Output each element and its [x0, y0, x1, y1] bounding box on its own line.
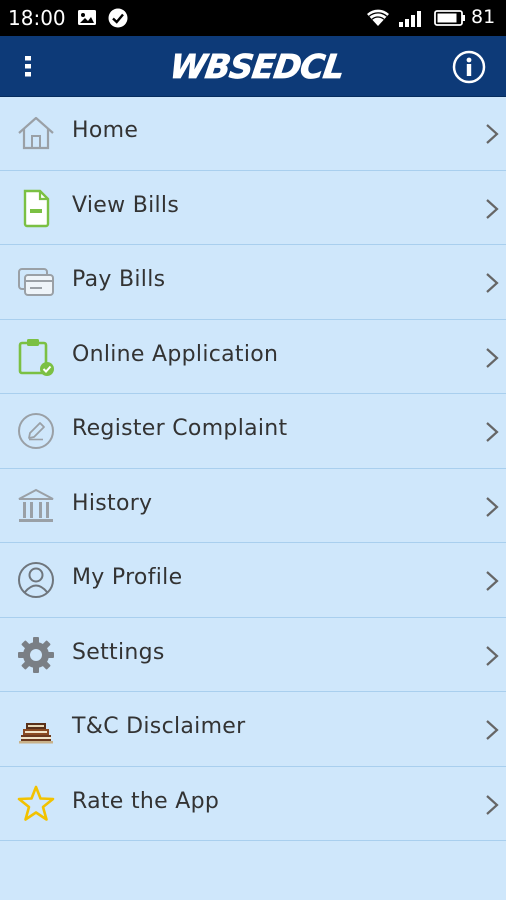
- chevron-right-icon: [486, 496, 499, 517]
- bill-document-icon: [23, 189, 50, 227]
- chevron-right-icon: [486, 794, 499, 815]
- app-bar: WBSEDCL: [0, 36, 506, 97]
- battery-level: 81: [471, 6, 496, 28]
- menu-item-home[interactable]: Home: [0, 96, 506, 171]
- books-icon: [19, 723, 53, 744]
- status-bar: 18:00 81: [0, 0, 506, 36]
- chevron-right-icon: [486, 571, 499, 591]
- chevron-right-icon: [486, 422, 499, 442]
- clipboard-check-icon: [18, 338, 54, 376]
- menu-item-label: View Bills: [72, 192, 180, 218]
- menu-list: Home View Bills Pay Bills Online Applica…: [0, 96, 506, 841]
- menu-item-register-complaint[interactable]: Register Complaint: [0, 394, 506, 469]
- signal-icon: [399, 11, 421, 27]
- menu-item-label: Online Application: [72, 341, 279, 367]
- bank-building-icon: [18, 488, 54, 522]
- menu-item-settings[interactable]: Settings: [0, 618, 506, 692]
- menu-item-pay-bills[interactable]: Pay Bills: [0, 245, 506, 320]
- gear-icon: [18, 636, 54, 673]
- menu-item-label: Pay Bills: [72, 267, 166, 292]
- menu-item-history[interactable]: History: [0, 469, 506, 543]
- user-circle-icon: [18, 562, 54, 598]
- chevron-right-icon: [486, 645, 499, 666]
- menu-item-view-bills[interactable]: View Bills: [0, 171, 506, 245]
- status-time: 18:00: [8, 6, 66, 30]
- menu-item-my-profile[interactable]: My Profile: [0, 543, 506, 618]
- chevron-right-icon: [486, 720, 499, 740]
- star-icon: [17, 785, 55, 821]
- menu-item-online-application[interactable]: Online Application: [0, 320, 506, 394]
- wifi-icon: [367, 9, 389, 26]
- home-icon: [18, 116, 54, 150]
- chevron-right-icon: [486, 124, 499, 144]
- menu-item-label: Rate the App: [72, 788, 220, 814]
- menu-item-label: My Profile: [72, 565, 183, 590]
- chevron-right-icon: [486, 347, 499, 368]
- overflow-menu-icon[interactable]: [18, 48, 38, 84]
- chevron-right-icon: [486, 273, 499, 293]
- menu-item-label: T&C Disclaimer: [72, 714, 246, 739]
- menu-item-rate-the-app[interactable]: Rate the App: [0, 767, 506, 841]
- menu-item-tc-disclaimer[interactable]: T&C Disclaimer: [0, 692, 506, 767]
- wbsedcl-logo: WBSEDCL: [168, 47, 343, 87]
- menu-item-label: Register Complaint: [72, 416, 288, 441]
- credit-card-icon: [18, 268, 54, 296]
- menu-item-label: History: [72, 490, 153, 516]
- check-circle-icon: [108, 8, 128, 28]
- edit-circle-icon: [18, 413, 54, 449]
- svg-text:WBSEDCL: WBSEDCL: [168, 47, 343, 86]
- menu-item-label: Settings: [72, 639, 165, 665]
- chevron-right-icon: [486, 198, 499, 219]
- info-icon[interactable]: [452, 50, 486, 84]
- menu-item-label: Home: [72, 118, 139, 143]
- battery-icon: [434, 10, 465, 26]
- gallery-icon: [78, 10, 96, 25]
